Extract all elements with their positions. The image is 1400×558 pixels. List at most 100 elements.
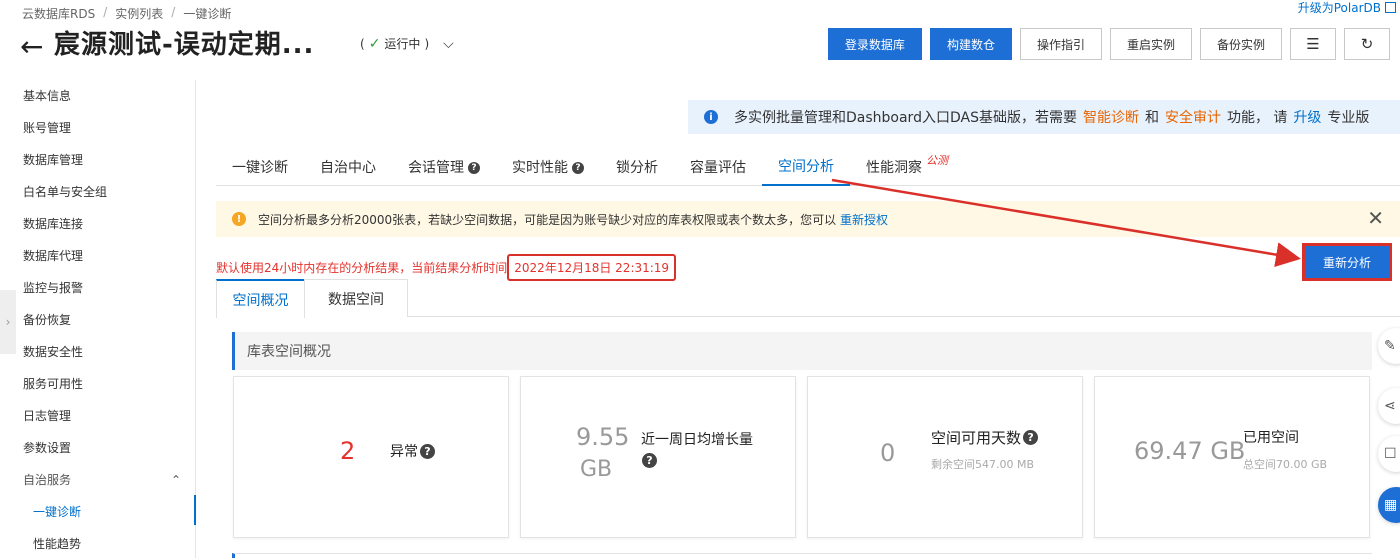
chevron-down-icon[interactable]: ⌵ xyxy=(443,36,454,52)
panel-title: 库表空间概况 xyxy=(232,332,1372,370)
security-audit-link[interactable]: 安全审计 xyxy=(1165,107,1221,127)
sidebar-item-availability[interactable]: 服务可用性 xyxy=(0,368,195,400)
sidebar-item-whitelist[interactable]: 白名单与安全组 xyxy=(0,176,195,208)
abnormal-label: 异常 ? xyxy=(390,441,435,461)
list-icon-button[interactable]: ☰ xyxy=(1290,28,1336,60)
breadcrumb-separator: / xyxy=(103,5,108,19)
tab-capacity[interactable]: 容量评估 xyxy=(674,150,762,186)
space-subtabs: 空间概况 数据空间 xyxy=(216,279,1400,318)
warning-alert: ! 空间分析最多分析20000张表，若缺少空间数据，可能是因为账号缺少对应的库表… xyxy=(216,201,1400,237)
help-icon[interactable]: ? xyxy=(468,162,480,174)
feedback-icon-button[interactable]: ☐ xyxy=(1378,436,1400,472)
tab-space-analysis[interactable]: 空间分析 xyxy=(762,150,850,186)
analysis-info: 默认使用24小时内存在的分析结果，当前结果分析时间 2022年12月18日 22… xyxy=(216,254,677,281)
tab-label: 实时性能 xyxy=(512,160,568,176)
tab-one-click-diagnosis[interactable]: 一键诊断 xyxy=(216,150,304,186)
sidebar-item-basic-info[interactable]: 基本信息 xyxy=(0,80,195,112)
banner-text: 和 xyxy=(1144,110,1159,126)
sidebar: 基本信息 账号管理 数据库管理 白名单与安全组 数据库连接 数据库代理 监控与报… xyxy=(0,80,196,558)
analysis-time: 2022年12月18日 22:31:19 xyxy=(507,254,677,281)
page-title: 宸源测试-误动定期... xyxy=(54,30,315,60)
info-icon: i xyxy=(704,110,718,124)
instance-status[interactable]: ( ✓ 运行中 ) ⌵ xyxy=(360,35,454,52)
available-days-label: 空间可用天数 ? xyxy=(931,427,1039,448)
beta-badge: 公测 xyxy=(926,154,948,167)
header-toolbar: 登录数据库 构建数仓 操作指引 重启实例 备份实例 ☰ ↻ xyxy=(827,28,1390,60)
sidebar-item-backup[interactable]: 备份恢复 xyxy=(0,304,195,336)
share-icon-button[interactable]: ⋖ xyxy=(1378,388,1400,424)
reanalyze-button[interactable]: 重新分析 xyxy=(1302,243,1392,281)
upgrade-link[interactable]: 升级 xyxy=(1293,107,1321,127)
list-icon: ☰ xyxy=(1306,35,1320,53)
edit-icon: ✎ xyxy=(1384,338,1396,354)
used-space-value: 69.47 GB xyxy=(1134,437,1246,465)
sidebar-item-params[interactable]: 参数设置 xyxy=(0,432,195,464)
help-icon[interactable]: ? xyxy=(420,443,435,459)
share-icon: ⋖ xyxy=(1384,398,1396,414)
sidebar-item-proxy[interactable]: 数据库代理 xyxy=(0,240,195,272)
reauthorize-link[interactable]: 重新授权 xyxy=(840,213,888,227)
breadcrumb: 云数据库RDS / 实例列表 / 一键诊断 xyxy=(22,5,231,22)
warning-icon: ! xyxy=(232,212,246,226)
tab-session-mgmt[interactable]: 会话管理? xyxy=(392,150,496,186)
tab-perf-insight[interactable]: 性能洞察 公测 xyxy=(850,150,964,186)
smart-diagnosis-link[interactable]: 智能诊断 xyxy=(1083,107,1139,127)
used-space-label: 已用空间 xyxy=(1243,430,1299,446)
feedback-icon: ☐ xyxy=(1384,446,1397,462)
diagnosis-tabs: 一键诊断 自治中心 会话管理? 实时性能? 锁分析 容量评估 空间分析 性能洞察… xyxy=(216,150,1400,186)
upgrade-link-label: 升级为PolarDB xyxy=(1297,1,1381,15)
tab-label: 会话管理 xyxy=(408,160,464,176)
help-icon[interactable]: ? xyxy=(642,453,657,468)
tab-label: 性能洞察 xyxy=(866,160,922,176)
tab-label: 锁分析 xyxy=(616,160,658,176)
tab-label: 自治中心 xyxy=(320,160,376,176)
sidebar-collapse-handle[interactable]: › xyxy=(0,290,16,354)
sidebar-item-accounts[interactable]: 账号管理 xyxy=(0,112,195,144)
paren-open: ( xyxy=(360,36,365,51)
backup-button[interactable]: 备份实例 xyxy=(1199,28,1282,60)
login-db-button[interactable]: 登录数据库 xyxy=(827,28,922,60)
warning-text: 空间分析最多分析20000张表，若缺少空间数据，可能是因为账号缺少对应的库表权限… xyxy=(258,211,888,228)
sidebar-item-logs[interactable]: 日志管理 xyxy=(0,400,195,432)
available-days-label-text: 空间可用天数 xyxy=(931,429,1022,447)
refresh-button[interactable]: ↻ xyxy=(1344,28,1390,60)
banner-text: 专业版 xyxy=(1327,110,1370,126)
back-arrow-icon[interactable]: ← xyxy=(20,30,43,63)
sidebar-group-label: 自治服务 xyxy=(23,473,72,487)
refresh-icon: ↻ xyxy=(1360,35,1374,53)
sidebar-group-autonomy[interactable]: 自治服务 ⌃ xyxy=(0,464,195,496)
tab-lock-analysis[interactable]: 锁分析 xyxy=(600,150,674,186)
restart-button[interactable]: 重启实例 xyxy=(1109,28,1192,60)
chevron-right-icon: › xyxy=(5,315,11,329)
close-icon[interactable]: ✕ xyxy=(1367,206,1384,230)
sidebar-item-diagnosis[interactable]: 一键诊断 xyxy=(0,496,195,528)
analysis-info-text: 默认使用24小时内存在的分析结果，当前结果分析时间 xyxy=(216,261,508,275)
sidebar-item-connection[interactable]: 数据库连接 xyxy=(0,208,195,240)
breadcrumb-item[interactable]: 实例列表 xyxy=(115,5,163,22)
check-icon: ✓ xyxy=(368,35,381,52)
breadcrumb-separator: / xyxy=(171,5,176,19)
guide-button[interactable]: 操作指引 xyxy=(1019,28,1102,60)
tab-realtime-perf[interactable]: 实时性能? xyxy=(496,150,600,186)
build-dw-button[interactable]: 构建数仓 xyxy=(929,28,1012,60)
help-icon[interactable]: ? xyxy=(1023,430,1039,445)
upgrade-polardb-link[interactable]: 升级为PolarDB xyxy=(1298,0,1396,16)
remaining-space: 剩余空间547.00 MB xyxy=(931,458,1035,471)
tab-autonomy-center[interactable]: 自治中心 xyxy=(304,150,392,186)
growth-unit: GB xyxy=(580,457,613,482)
breadcrumb-item[interactable]: 云数据库RDS xyxy=(22,5,95,22)
tab-label: 一键诊断 xyxy=(232,160,288,176)
card-used-space: 69.47 GB 已用空间 总空间70.00 GB xyxy=(1094,376,1370,538)
apps-icon-button[interactable]: ▦ xyxy=(1378,487,1400,523)
paren-close: ) xyxy=(424,36,430,51)
sidebar-item-data-security[interactable]: 数据安全性 xyxy=(0,336,195,368)
edit-icon-button[interactable]: ✎ xyxy=(1378,328,1400,364)
sidebar-item-perf-trend[interactable]: 性能趋势 xyxy=(0,528,195,558)
subtab-data-space[interactable]: 数据空间 xyxy=(304,279,408,317)
growth-label: 近一周日均增长量 xyxy=(641,432,753,448)
sidebar-item-databases[interactable]: 数据库管理 xyxy=(0,144,195,176)
tab-label: 容量评估 xyxy=(690,160,746,176)
sidebar-item-monitoring[interactable]: 监控与报警 xyxy=(0,272,195,304)
subtab-space-overview[interactable]: 空间概况 xyxy=(216,279,305,318)
help-icon[interactable]: ? xyxy=(572,162,584,174)
